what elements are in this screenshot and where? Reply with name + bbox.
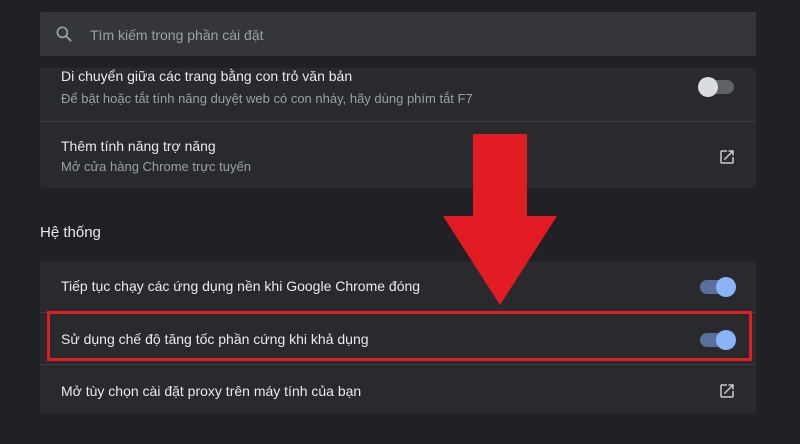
- red-down-arrow-annotation: [443, 134, 557, 305]
